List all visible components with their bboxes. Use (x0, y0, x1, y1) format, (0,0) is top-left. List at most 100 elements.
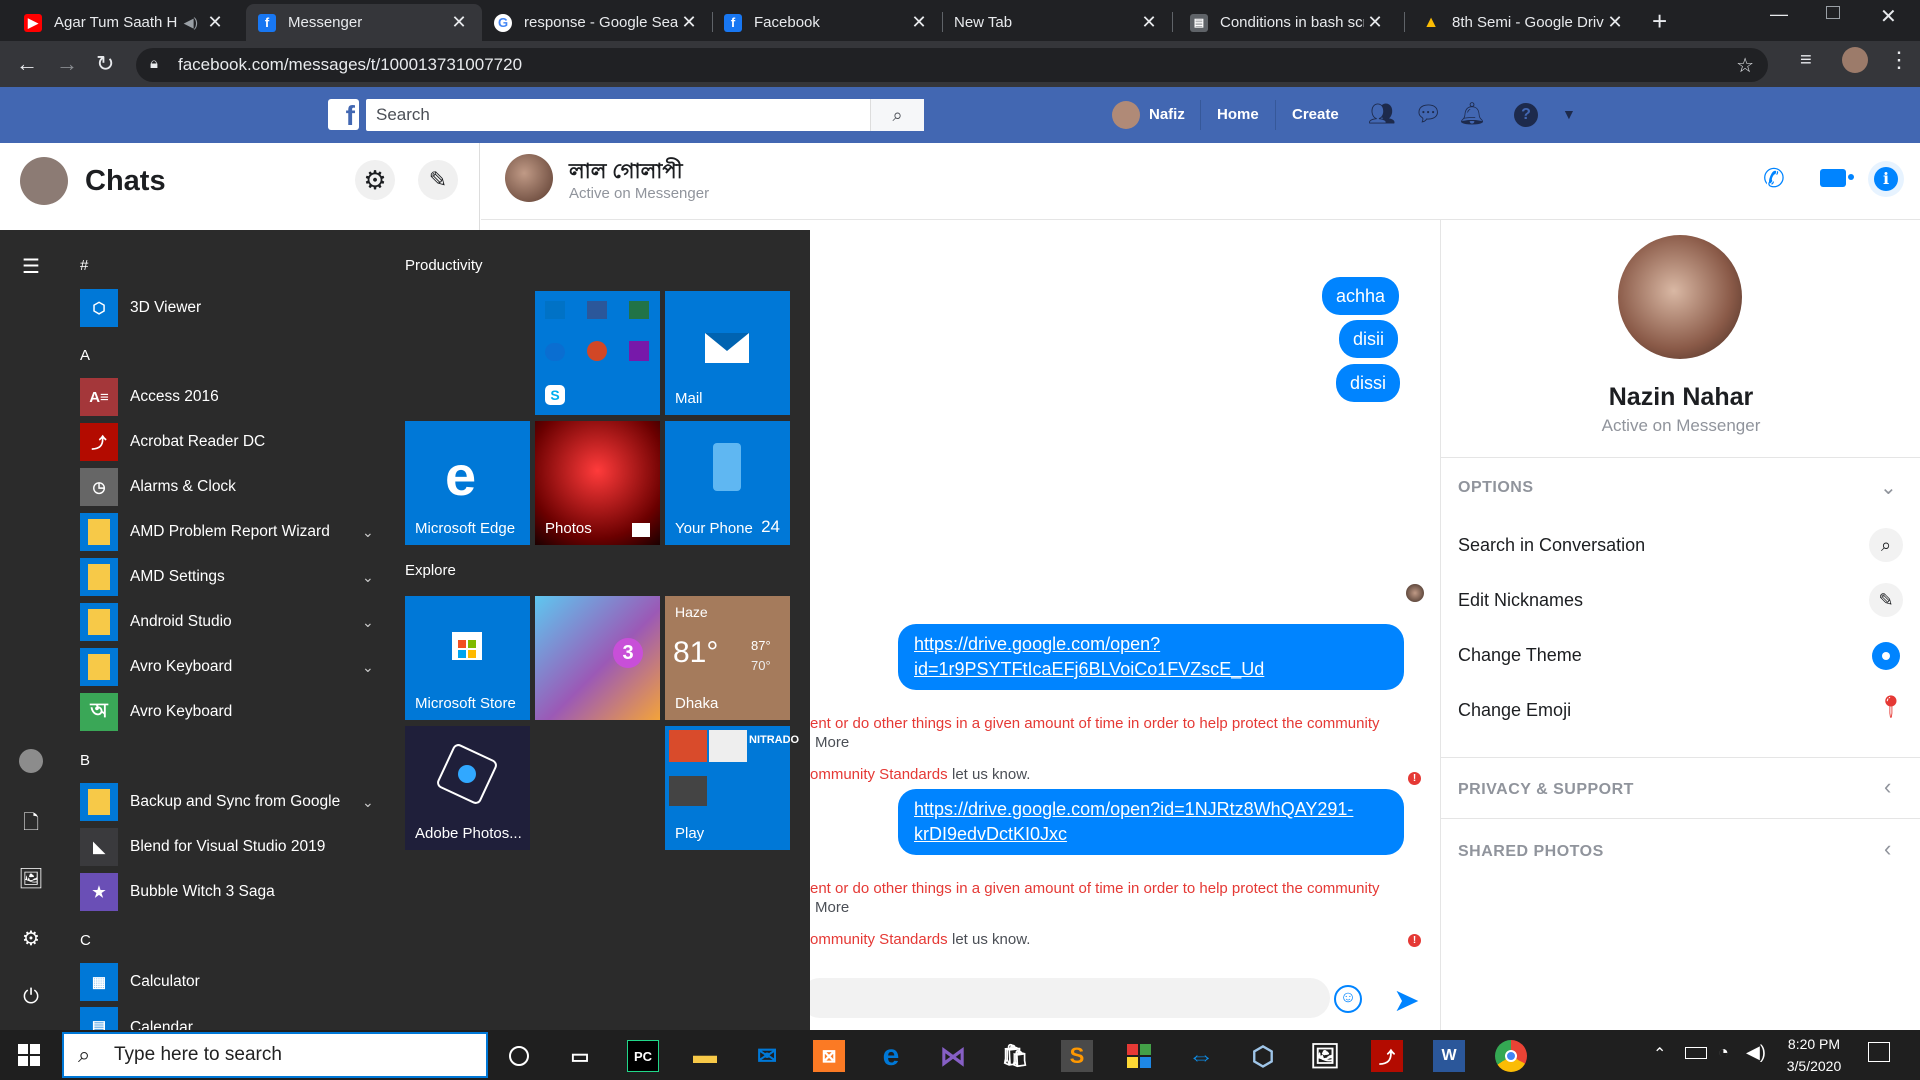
mail-icon[interactable]: ✉ (751, 1040, 783, 1072)
app-acrobat-reader[interactable]: ⤴ Acrobat Reader DC (80, 422, 265, 462)
forward-button[interactable]: → (56, 51, 78, 77)
mail-tile[interactable]: Mail (665, 291, 790, 415)
store-icon[interactable]: 🛍︎ (999, 1040, 1031, 1072)
edit-nicknames-option[interactable]: Edit Nicknames (1458, 590, 1583, 611)
shared-photos-header[interactable]: SHARED PHOTOS (1458, 843, 1604, 861)
user-name-link[interactable]: Nafiz (1149, 106, 1185, 123)
acrobat-icon[interactable]: ⤴ (1371, 1040, 1403, 1072)
help-icon[interactable]: ? (1514, 103, 1538, 127)
minimize-button[interactable]: — (1770, 4, 1788, 25)
app-group-letter[interactable]: B (80, 752, 90, 769)
app-amd-settings[interactable]: AMD Settings (80, 557, 225, 597)
link-message-bubble[interactable]: https://drive.google.com/open? id=1r9PSY… (898, 624, 1404, 690)
wifi-icon[interactable]: ◔ (1718, 1042, 1729, 1063)
power-icon[interactable]: ⏻ (18, 986, 44, 1009)
app-backup-sync[interactable]: Backup and Sync from Google (80, 782, 340, 822)
taskbar-search-input[interactable]: ⌕ Type here to search (62, 1032, 488, 1078)
see-more-link[interactable]: More (815, 734, 849, 751)
cortana-icon[interactable] (503, 1040, 535, 1072)
word-icon[interactable]: W (1433, 1040, 1465, 1072)
voice-call-icon[interactable]: ✆ (1763, 163, 1785, 194)
tab-google-search[interactable]: G response - Google Search ✕ (482, 4, 712, 41)
app-alarms-clock[interactable]: ◷ Alarms & Clock (80, 467, 236, 507)
search-icon[interactable]: ⌕ (870, 99, 924, 131)
app-avro-keyboard[interactable]: অ Avro Keyboard (80, 692, 232, 732)
close-tab-icon[interactable]: ✕ (1364, 12, 1386, 33)
expand-chevron-icon[interactable]: ⌄ (362, 614, 374, 631)
file-explorer-icon[interactable]: ▬ (689, 1040, 721, 1072)
action-center-icon[interactable] (1868, 1042, 1890, 1062)
tab-messenger[interactable]: f Messenger ✕ (246, 4, 482, 41)
close-tab-icon[interactable]: ✕ (448, 12, 470, 33)
home-link[interactable]: Home (1217, 106, 1259, 123)
visual-studio-icon[interactable]: ⋈ (937, 1040, 969, 1072)
show-hidden-icons-chevron[interactable]: ⌃ (1653, 1044, 1666, 1064)
pictures-icon[interactable]: 🖼︎ (18, 866, 44, 891)
create-link[interactable]: Create (1292, 106, 1339, 123)
xampp-icon[interactable]: ⊠ (813, 1040, 845, 1072)
clock-date[interactable]: 3/5/2020 (1778, 1058, 1850, 1074)
clock-time[interactable]: 8:20 PM (1782, 1036, 1846, 1052)
app-access-2016[interactable]: A≡ Access 2016 (80, 377, 219, 417)
productivity-group-header[interactable]: Productivity (405, 257, 483, 274)
let-us-know-link[interactable]: let us know. (952, 931, 1030, 948)
account-menu-chevron-icon[interactable]: ▼ (1562, 106, 1576, 122)
settings-gear-icon[interactable]: ⚙ (355, 160, 395, 200)
messenger-icon[interactable]: 💬︎ (1414, 101, 1442, 127)
play-folder-tile[interactable]: NITRADO Play (665, 726, 799, 850)
app-calendar[interactable]: ▤ Calendar (80, 1007, 380, 1030)
chrome-menu-icon[interactable]: ⋮ (1888, 47, 1910, 73)
search-in-conversation-option[interactable]: Search in Conversation (1458, 535, 1645, 556)
community-standards-link[interactable]: ommunity Standards (810, 766, 948, 783)
profile-name[interactable]: Nazin Nahar (1441, 383, 1920, 412)
volume-icon[interactable]: ◀) (1746, 1042, 1766, 1063)
app-calculator[interactable]: ▦ Calculator (80, 962, 200, 1002)
task-view-icon[interactable]: ▭ (564, 1040, 596, 1072)
tab-new-tab[interactable]: New Tab ✕ (942, 4, 1172, 41)
change-emoji-option[interactable]: Change Emoji (1458, 700, 1571, 721)
documents-icon[interactable]: 🗋︎ (18, 808, 44, 842)
chevron-left-icon[interactable]: ‹ (1884, 774, 1891, 800)
new-tab-button[interactable]: + (1652, 6, 1667, 37)
pencil-icon[interactable]: ✎ (1869, 583, 1903, 617)
sublime-text-icon[interactable]: S (1061, 1040, 1093, 1072)
maximize-button[interactable] (1826, 6, 1840, 19)
your-phone-tile[interactable]: Your Phone 24 (665, 421, 790, 545)
facebook-logo-icon[interactable]: f (328, 99, 359, 131)
message-bubble[interactable]: disii (1339, 320, 1399, 358)
pycharm-icon[interactable]: PC (627, 1040, 659, 1072)
close-tab-icon[interactable]: ✕ (1138, 12, 1160, 33)
change-theme-option[interactable]: Change Theme (1458, 645, 1582, 666)
privacy-support-header[interactable]: PRIVACY & SUPPORT (1458, 781, 1634, 799)
edge-tile[interactable]: e Microsoft Edge (405, 421, 530, 545)
3d-viewer-icon[interactable]: ⬡ (1247, 1040, 1279, 1072)
profile-photo[interactable] (1618, 235, 1742, 359)
address-bar[interactable]: 🔒︎ facebook.com/messages/t/1000137310077… (136, 48, 1768, 82)
link-message-bubble[interactable]: https://drive.google.com/open?id=1NJRtz8… (898, 789, 1404, 855)
battery-icon[interactable] (1685, 1047, 1707, 1059)
emoji-icon[interactable]: ☺ (1334, 985, 1362, 1013)
settings-gear-icon[interactable]: ⚙ (18, 926, 44, 951)
close-tab-icon[interactable]: ✕ (204, 12, 226, 33)
media-control-icon[interactable]: ≡ (1800, 49, 1812, 72)
app-grid-icon[interactable] (1123, 1040, 1155, 1072)
tab-facebook[interactable]: f Facebook ✕ (712, 4, 942, 41)
expand-chevron-icon[interactable]: ⌄ (362, 524, 374, 541)
bookmark-star-icon[interactable]: ☆ (1736, 53, 1754, 78)
community-standards-link[interactable]: ommunity Standards (810, 931, 948, 948)
compose-message-icon[interactable]: ✎ (418, 160, 458, 200)
hamburger-menu-icon[interactable]: ☰ (18, 254, 44, 279)
back-button[interactable]: ← (16, 51, 38, 77)
teamviewer-icon[interactable]: ⇔ (1185, 1040, 1217, 1072)
my-avatar[interactable] (20, 157, 68, 205)
close-tab-icon[interactable]: ✕ (908, 12, 930, 33)
muted-speaker-icon[interactable]: ◀) (184, 15, 198, 31)
app-group-letter[interactable]: A (80, 347, 90, 364)
let-us-know-link[interactable]: let us know. (952, 766, 1030, 783)
friend-requests-icon[interactable]: 👥︎ (1368, 101, 1396, 127)
search-icon[interactable]: ⌕ (1869, 528, 1903, 562)
weather-tile[interactable]: Haze 81° 87° 70° Dhaka (665, 596, 790, 720)
app-avro-keyboard-folder[interactable]: Avro Keyboard (80, 647, 232, 687)
expand-chevron-icon[interactable]: ⌄ (362, 794, 374, 811)
message-compose-input[interactable] (800, 978, 1330, 1018)
